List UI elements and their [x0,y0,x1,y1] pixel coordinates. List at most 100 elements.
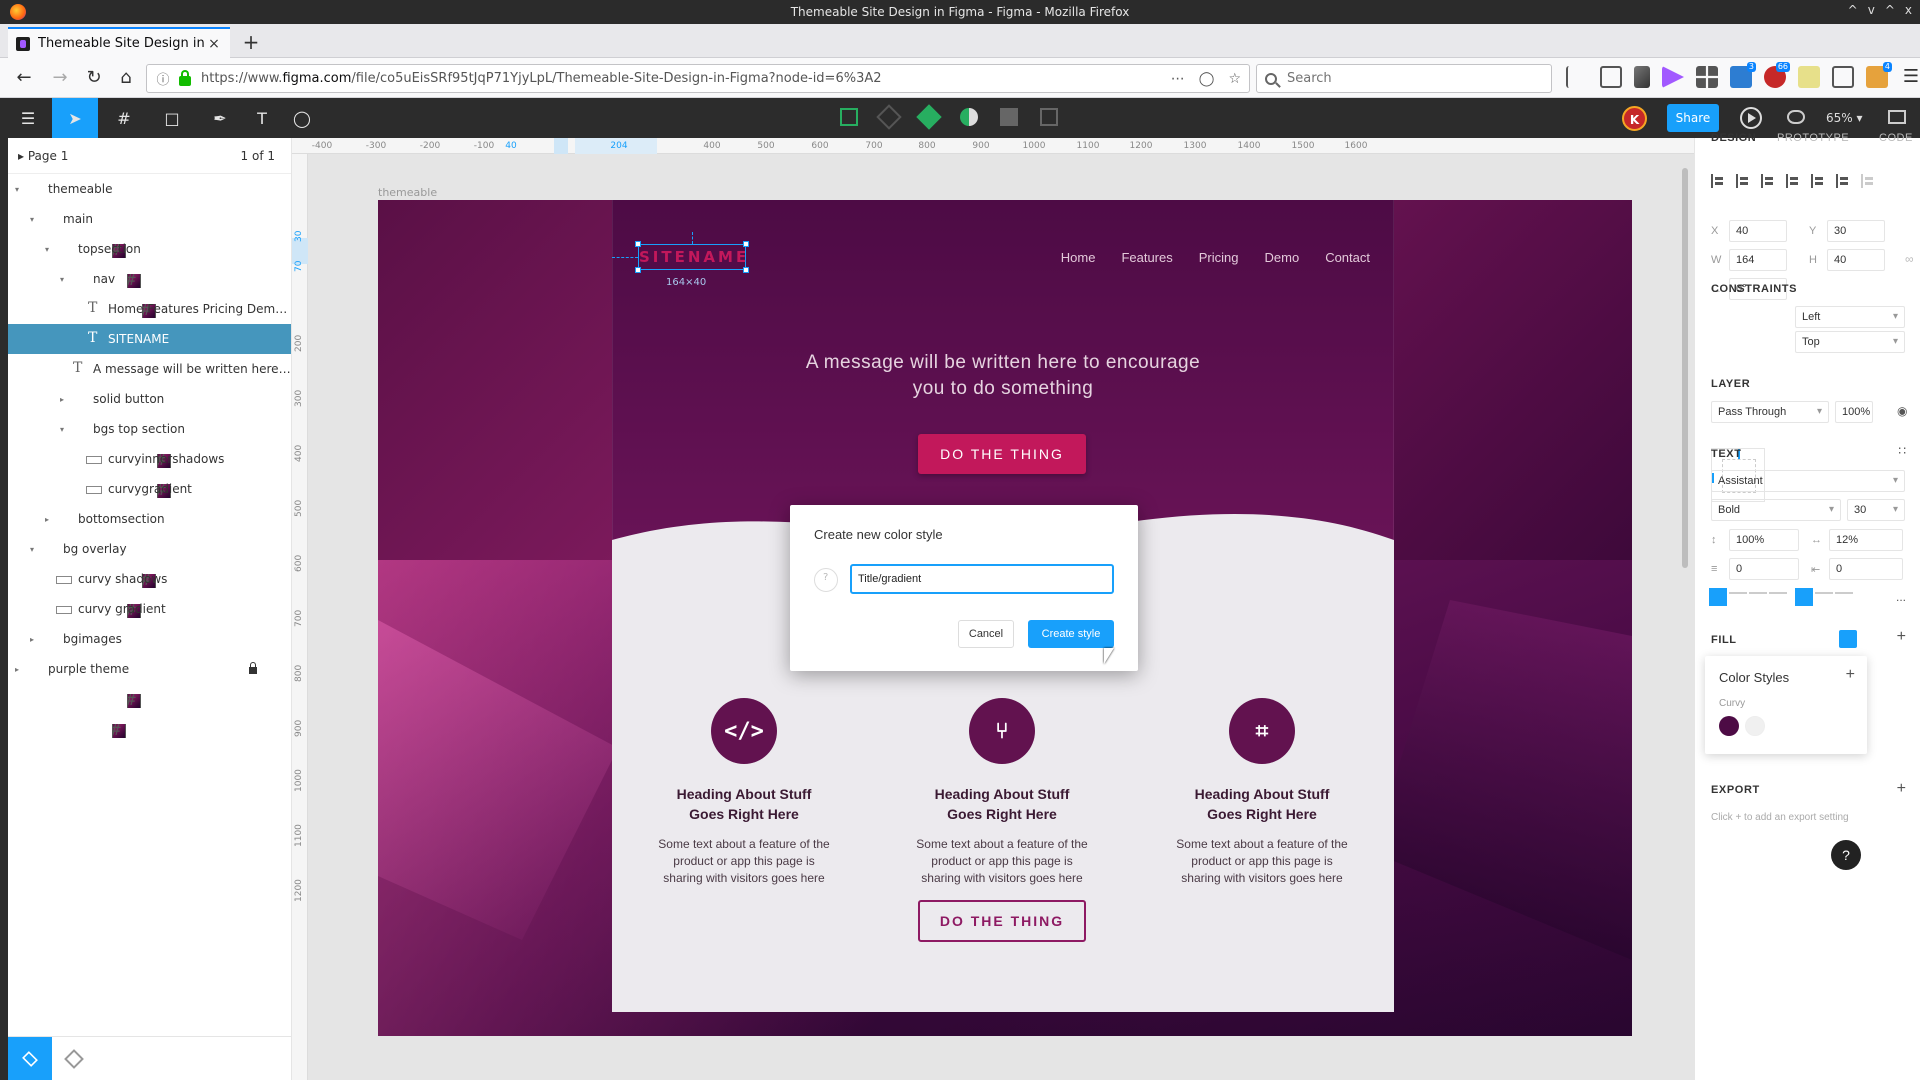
layer-row[interactable]: curvy shadows [8,564,291,594]
layer-row[interactable]: A message will be written here to ... [8,354,291,384]
tab-design[interactable]: DESIGN [1711,132,1756,144]
move-tool-icon[interactable]: ➤ [52,98,98,138]
w-input[interactable]: 164 [1729,249,1787,271]
layer-row[interactable]: ▾ bgs top section [8,414,291,498]
layer-row[interactable]: SITENAME [8,324,291,354]
layer-row[interactable]: ▾ nav [8,264,291,348]
resize-handle-br[interactable] [743,267,749,273]
nav-link-pricing[interactable]: Pricing [1199,250,1239,265]
layer-row[interactable]: curvygradient [8,474,291,504]
url-bar[interactable]: ⓘ https://www.figma.com/file/co5uEisSRf9… [146,64,1250,93]
layer-row[interactable]: ▾ themeable [8,174,291,258]
add-fill-icon[interactable]: + [1897,628,1906,646]
vertical-align-bottom-icon[interactable] [1835,592,1853,610]
align-left-icon[interactable] [1711,174,1725,188]
h-input[interactable]: 40 [1827,249,1885,271]
indent-input[interactable]: 0 [1829,558,1903,580]
horizontal-constraint-select[interactable]: Left [1795,306,1905,328]
cancel-button[interactable]: Cancel [958,620,1014,648]
view-eye-icon[interactable] [1787,110,1805,124]
browser-tab[interactable]: Themeable Site Design in F × [8,27,230,58]
window-control-minimize[interactable]: v [1868,3,1875,17]
comment-tool-icon[interactable]: ◯ [282,98,322,138]
menu-hamburger-icon[interactable]: ☰ [1900,66,1920,88]
home-button[interactable]: ⌂ [112,64,140,92]
add-export-icon[interactable]: + [1897,780,1906,798]
layer-caret-icon[interactable]: ▾ [12,185,22,194]
page-selector[interactable]: ▸ Page 1 1 of 1 [8,138,291,174]
font-size-select[interactable]: 30 [1847,499,1905,521]
mask-icon[interactable] [960,108,978,126]
create-component-icon[interactable] [916,104,942,130]
forward-button[interactable]: → [46,64,74,92]
extension-blue-icon[interactable]: 3 [1730,62,1756,88]
align-bottom-icon[interactable] [1836,174,1850,188]
layer-caret-icon[interactable]: ▾ [57,425,67,434]
layer-row[interactable]: ▸ bottomsection [8,504,291,588]
extension-play-icon[interactable] [1662,66,1684,88]
layer-caret-icon[interactable]: ▾ [57,275,67,284]
layer-row[interactable]: ▸purple theme [8,654,291,738]
window-control-maximize[interactable]: ^ [1885,3,1895,17]
page-actions-icon[interactable]: ⋯ [1171,71,1185,87]
y-input[interactable]: 30 [1827,220,1885,242]
tab-code[interactable]: CODE [1879,132,1913,144]
x-input[interactable]: 40 [1729,220,1787,242]
share-button[interactable]: Share [1667,104,1719,132]
text-align-center-icon[interactable] [1729,592,1747,610]
mail-icon[interactable] [1832,66,1854,88]
layer-caret-icon[interactable]: ▾ [27,215,37,224]
url-text[interactable]: https://www.figma.com/file/co5uEisSRf95t… [201,71,1171,86]
style-swatch-icon[interactable] [814,568,838,592]
text-align-left-icon[interactable] [1709,588,1727,606]
layer-caret-icon[interactable]: ▸ [42,515,52,524]
extension-orange-icon[interactable]: 4 [1866,62,1892,88]
constrain-proportions-icon[interactable]: ∞ [1905,252,1914,266]
nav-link-home[interactable]: Home [1061,250,1096,265]
canvas-scrollbar[interactable] [1682,168,1688,568]
extension-red-icon[interactable]: 66 [1764,62,1790,88]
distribute-icon[interactable] [1861,174,1875,188]
present-play-icon[interactable] [1740,107,1762,129]
back-button[interactable]: ← [10,64,38,92]
resize-handle-tr[interactable] [743,241,749,247]
fill-styles-icon[interactable] [1839,630,1857,648]
crop-icon[interactable] [1040,108,1058,126]
layer-row[interactable]: ▾ bg overlay [8,534,291,618]
avatar[interactable]: K [1622,106,1647,131]
align-right-icon[interactable] [1761,174,1775,188]
align-center-h-icon[interactable] [1736,174,1750,188]
layer-caret-icon[interactable]: ▸ [27,635,37,644]
outline-cta-button[interactable]: DO THE THING [918,900,1086,942]
vertical-align-top-icon[interactable] [1795,588,1813,606]
text-tool-icon[interactable]: T [242,98,282,138]
grid-extension-icon[interactable] [1696,66,1718,88]
layer-caret-icon[interactable]: ▸ [12,665,22,674]
paragraph-spacing-input[interactable]: 0 [1729,558,1799,580]
search-bar[interactable]: Search [1256,64,1552,93]
window-control-up[interactable]: ^ [1848,3,1858,17]
letter-spacing-input[interactable]: 12% [1829,529,1903,551]
nav-link-contact[interactable]: Contact [1325,250,1370,265]
rectangle-tool-icon[interactable]: □ [152,98,192,138]
more-text-options-icon[interactable]: ... [1896,590,1906,604]
extension-note-icon[interactable] [1798,66,1820,88]
opacity-input[interactable]: 100% [1835,401,1873,423]
pen-tool-icon[interactable]: ✒ [200,98,240,138]
components-tab[interactable] [52,1037,96,1080]
resize-handle-bl[interactable] [635,267,641,273]
vertical-constraint-select[interactable]: Top [1795,331,1905,353]
visibility-eye-icon[interactable]: ◉ [1897,404,1907,418]
layer-caret-icon[interactable]: ▾ [27,545,37,554]
help-button[interactable]: ? [1831,840,1861,870]
layer-row[interactable]: ▸ bgimages [8,624,291,708]
text-align-justify-icon[interactable] [1769,592,1787,610]
font-weight-select[interactable]: Bold [1711,499,1841,521]
tab-close-icon[interactable]: × [206,36,222,52]
align-top-icon[interactable] [1786,174,1800,188]
layer-row[interactable]: curvyinnershadows [8,444,291,474]
sitename-text[interactable]: SITENAME [639,245,746,269]
tab-prototype[interactable]: PROTOTYPE [1777,132,1849,144]
layer-row[interactable]: ▾ topsection [8,234,291,318]
layer-caret-icon[interactable]: ▸ [57,395,67,404]
